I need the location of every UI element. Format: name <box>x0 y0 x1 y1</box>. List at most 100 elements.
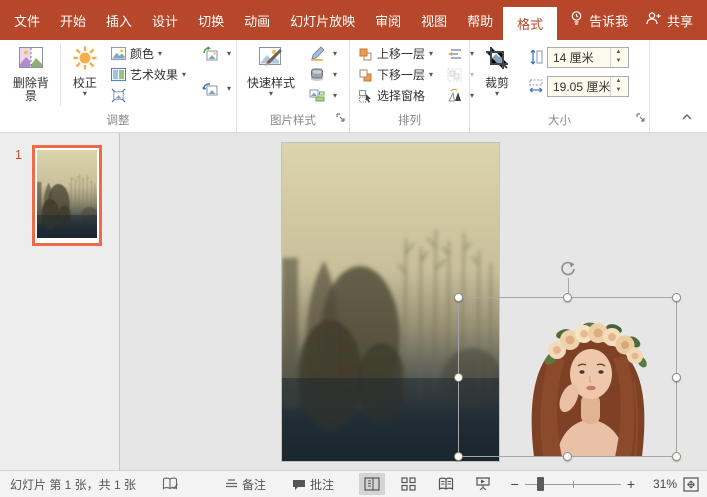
slide-thumbnail-panel: 1 <box>0 133 120 470</box>
resize-handle-bottom-left[interactable] <box>454 452 463 461</box>
group-label-arrange: 排列 <box>350 112 469 132</box>
tab-design[interactable]: 设计 <box>142 0 188 40</box>
share-button[interactable]: 共享 <box>644 11 693 30</box>
artistic-effects-button[interactable]: 艺术效果 ▾ <box>108 64 189 85</box>
ribbon-group-picture-styles: 快速样式 ▾ ▾ ▾ ▾ <box>237 40 350 132</box>
group-objects-icon <box>447 68 462 82</box>
width-spinbox: ▲▼ <box>547 76 629 97</box>
tab-help[interactable]: 帮助 <box>457 0 503 40</box>
corrections-button[interactable]: 校正 ▾ <box>64 43 106 99</box>
zoom-out-button[interactable]: − <box>507 476 523 492</box>
zoom-slider[interactable] <box>525 477 621 491</box>
notes-icon <box>225 478 238 490</box>
color-picture-icon <box>111 46 126 61</box>
picture-styles-dialog-launcher-icon[interactable] <box>336 110 345 128</box>
dropdown-arrow-icon: ▾ <box>182 71 186 78</box>
group-label-size: 大小 <box>470 112 649 132</box>
spellcheck-book-icon <box>162 477 179 491</box>
comments-button[interactable]: 批注 <box>292 476 334 493</box>
height-input[interactable] <box>548 48 610 67</box>
quick-styles-icon <box>257 45 285 74</box>
lightbulb-icon <box>569 10 584 30</box>
height-increase-button[interactable]: ▲ <box>611 48 626 58</box>
compress-pictures-button[interactable] <box>108 85 189 106</box>
zoom-percentage[interactable]: 31% <box>643 477 677 491</box>
tab-review[interactable]: 审阅 <box>365 0 411 40</box>
color-button[interactable]: 颜色 ▾ <box>108 43 189 64</box>
picture-layout-icon <box>309 88 325 103</box>
resize-handle-top-right[interactable] <box>672 293 681 302</box>
workspace: 1 <box>0 133 707 470</box>
dropdown-arrow-icon: ▾ <box>158 50 162 57</box>
picture-effects-button[interactable]: ▾ <box>306 64 340 85</box>
tab-slideshow[interactable]: 幻灯片放映 <box>280 0 365 40</box>
dropdown-arrow-icon: ▾ <box>495 90 499 97</box>
tab-view[interactable]: 视图 <box>411 0 457 40</box>
align-icon <box>447 47 462 61</box>
selection-pane-button[interactable]: 选择窗格 <box>355 85 436 106</box>
slideshow-view-button[interactable] <box>470 473 496 495</box>
artistic-effects-icon <box>111 67 126 82</box>
ribbon-group-size: 裁剪 ▾ ▲▼ ▲▼ <box>470 40 650 132</box>
picture-layout-button[interactable]: ▾ <box>306 85 340 106</box>
zoom-in-button[interactable]: + <box>623 476 639 492</box>
tab-format[interactable]: 格式 <box>503 7 557 40</box>
resize-handle-top-left[interactable] <box>454 293 463 302</box>
bring-forward-icon <box>358 47 373 61</box>
dropdown-arrow-icon: ▾ <box>470 71 474 78</box>
resize-handle-bottom-right[interactable] <box>672 452 681 461</box>
picture-border-button[interactable]: ▾ <box>306 43 340 64</box>
slide-counter: 幻灯片 第 1 张，共 1 张 <box>10 476 136 493</box>
quick-styles-button[interactable]: 快速样式 ▾ <box>242 43 300 99</box>
tab-file[interactable]: 文件 <box>4 0 50 40</box>
dropdown-arrow-icon: ▾ <box>429 50 433 57</box>
change-picture-icon <box>202 46 219 62</box>
notes-button[interactable]: 备注 <box>225 476 266 493</box>
slide-number: 1 <box>15 148 22 162</box>
width-decrease-button[interactable]: ▼ <box>611 86 626 96</box>
reading-view-button[interactable] <box>433 473 459 495</box>
dropdown-arrow-icon: ▾ <box>83 90 87 97</box>
slide-canvas[interactable] <box>120 133 707 470</box>
fit-slide-to-window-button[interactable] <box>683 477 699 492</box>
rotation-handle-icon[interactable] <box>559 260 577 281</box>
reset-picture-button[interactable]: ▾ <box>199 78 234 99</box>
zoom-slider-midpoint <box>573 481 574 488</box>
bring-forward-button[interactable]: 上移一层 ▾ <box>355 43 436 64</box>
normal-view-button[interactable] <box>359 473 385 495</box>
height-decrease-button[interactable]: ▼ <box>611 57 626 67</box>
zoom-slider-thumb[interactable] <box>537 477 544 491</box>
forest-picture[interactable] <box>282 143 499 461</box>
send-backward-icon <box>358 68 373 82</box>
send-backward-button[interactable]: 下移一层 ▾ <box>355 64 436 85</box>
group-label-adjust: 调整 <box>0 112 236 132</box>
collapse-ribbon-icon[interactable] <box>681 110 693 124</box>
tab-animations[interactable]: 动画 <box>234 0 280 40</box>
add-person-icon <box>644 11 662 29</box>
change-picture-button[interactable]: ▾ <box>199 43 234 64</box>
tab-transitions[interactable]: 切换 <box>188 0 234 40</box>
remove-background-icon <box>17 45 45 74</box>
crop-button[interactable]: 裁剪 ▾ <box>475 43 519 99</box>
width-input[interactable] <box>548 77 610 96</box>
woman-picture[interactable] <box>494 304 664 457</box>
resize-handle-middle-right[interactable] <box>672 373 681 382</box>
tab-home[interactable]: 开始 <box>50 0 96 40</box>
rotate-objects-icon <box>447 89 462 103</box>
resize-handle-middle-left[interactable] <box>454 373 463 382</box>
dropdown-arrow-icon: ▾ <box>227 85 231 92</box>
width-increase-button[interactable]: ▲ <box>611 77 626 87</box>
spellcheck-button[interactable] <box>162 477 183 491</box>
resize-handle-bottom-center[interactable] <box>563 452 572 461</box>
tab-insert[interactable]: 插入 <box>96 0 142 40</box>
resize-handle-top-center[interactable] <box>563 293 572 302</box>
slide-thumbnail[interactable] <box>32 145 102 246</box>
status-bar: 幻灯片 第 1 张，共 1 张 备注 批注 <box>0 470 707 497</box>
tell-me-button[interactable]: 告诉我 <box>569 10 628 30</box>
dropdown-arrow-icon: ▾ <box>333 50 337 57</box>
group-objects-button: ▾ <box>444 64 477 85</box>
remove-background-button[interactable]: 删除背景 <box>5 43 57 105</box>
slide-sorter-view-button[interactable] <box>396 473 422 495</box>
size-dialog-launcher-icon[interactable] <box>636 110 645 128</box>
ribbon: 删除背景 校正 ▾ 颜色 ▾ <box>0 40 707 133</box>
